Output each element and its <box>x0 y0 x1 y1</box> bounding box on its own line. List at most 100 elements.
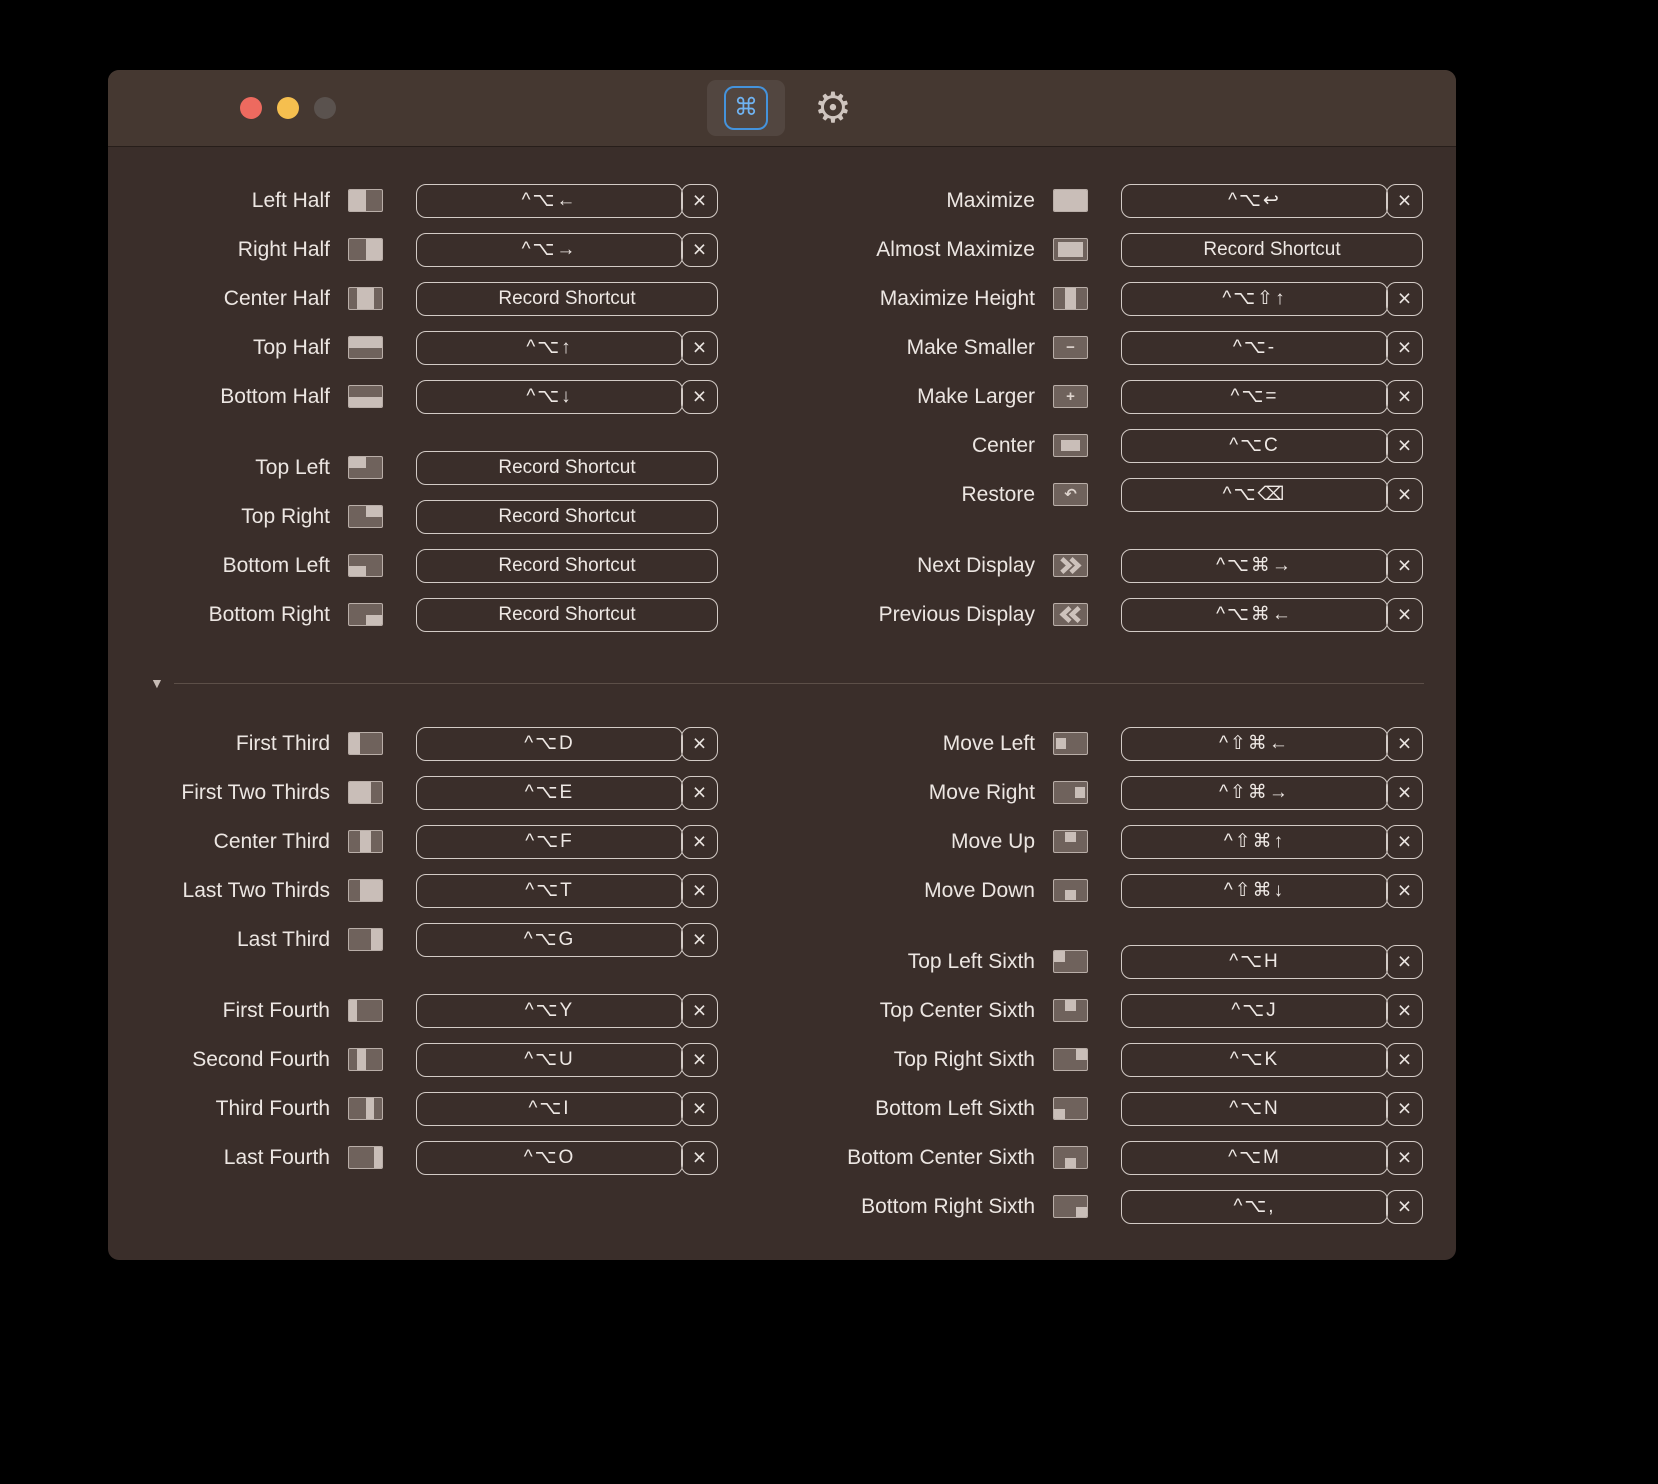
tab-shortcuts[interactable]: ⌘ <box>707 80 785 136</box>
clear-shortcut-button[interactable]: × <box>1386 726 1423 761</box>
bottom-center-sixth-icon <box>1053 1146 1088 1169</box>
clear-shortcut-button[interactable]: × <box>1386 281 1423 316</box>
clear-shortcut-button[interactable]: × <box>1386 1189 1423 1224</box>
shortcut-recorder-button[interactable]: ^⌥E <box>416 775 683 810</box>
clear-shortcut-button[interactable]: × <box>681 726 718 761</box>
shortcut-recorder-button[interactable]: ^⌥M <box>1121 1140 1388 1175</box>
shortcut-recorder-button[interactable]: ^⌥⇧↑ <box>1121 281 1388 316</box>
clear-shortcut-button[interactable]: × <box>681 824 718 859</box>
shortcut-recorder-button[interactable]: ^⌥N <box>1121 1091 1388 1126</box>
shortcut-control: Record Shortcut <box>416 281 718 316</box>
clear-shortcut-button[interactable]: × <box>681 232 718 267</box>
shortcut-recorder-button[interactable]: ^⌥F <box>416 824 683 859</box>
shortcut-recorder-button[interactable]: ^⌥Y <box>416 993 683 1028</box>
top-right-icon <box>348 505 383 528</box>
close-icon: × <box>692 779 707 805</box>
disclosure-triangle-icon[interactable]: ▼ <box>150 676 164 690</box>
shortcut-row: Last Third ^⌥G × <box>108 915 718 964</box>
clear-shortcut-button[interactable]: × <box>681 873 718 908</box>
right-half-icon <box>348 238 383 261</box>
clear-shortcut-button[interactable]: × <box>1386 1042 1423 1077</box>
shortcut-control: ^⌥J × <box>1121 993 1423 1028</box>
shortcut-control: ^⌥Y × <box>416 993 718 1028</box>
shortcut-recorder-button[interactable]: Record Shortcut <box>416 597 718 632</box>
clear-shortcut-button[interactable]: × <box>1386 548 1423 583</box>
action-label: Previous Display <box>878 602 1035 626</box>
clear-shortcut-button[interactable]: × <box>681 775 718 810</box>
shortcut-recorder-button[interactable]: ^⌥⌫ <box>1121 477 1388 512</box>
close-icon: × <box>692 383 707 409</box>
shortcut-recorder-button[interactable]: ^⌥C <box>1121 428 1388 463</box>
shortcut-recorder-button[interactable]: Record Shortcut <box>416 281 718 316</box>
shortcut-recorder-button[interactable]: ^⌥T <box>416 873 683 908</box>
shortcut-row: Bottom Left Sixth ^⌥N × <box>718 1084 1423 1133</box>
action-label: Last Two Thirds <box>182 878 330 902</box>
tab-settings[interactable]: ⚙ <box>809 84 857 132</box>
clear-shortcut-button[interactable]: × <box>681 1140 718 1175</box>
shortcut-recorder-button[interactable]: ^⌥J <box>1121 993 1388 1028</box>
shortcut-recorder-button[interactable]: ^⌥H <box>1121 944 1388 979</box>
shortcut-recorder-button[interactable]: Record Shortcut <box>416 548 718 583</box>
shortcut-recorder-button[interactable]: ^⌥K <box>1121 1042 1388 1077</box>
shortcut-row: Second Fourth ^⌥U × <box>108 1035 718 1084</box>
shortcut-recorder-button[interactable]: ^⌥U <box>416 1042 683 1077</box>
shortcut-recorder-button[interactable]: ^⌥I <box>416 1091 683 1126</box>
move-up-icon <box>1053 830 1088 853</box>
shortcut-recorder-button[interactable]: Record Shortcut <box>416 499 718 534</box>
clear-shortcut-button[interactable]: × <box>681 1042 718 1077</box>
clear-shortcut-button[interactable]: × <box>1386 944 1423 979</box>
clear-shortcut-button[interactable]: × <box>1386 824 1423 859</box>
shortcut-recorder-button[interactable]: ^⇧⌘↓ <box>1121 873 1388 908</box>
shortcut-recorder-button[interactable]: ^⌥↑ <box>416 330 683 365</box>
shortcut-recorder-button[interactable]: Record Shortcut <box>1121 232 1423 267</box>
clear-shortcut-button[interactable]: × <box>1386 775 1423 810</box>
shortcut-recorder-button[interactable]: ^⌥⌘→ <box>1121 548 1388 583</box>
shortcut-recorder-button[interactable]: ^⌥, <box>1121 1189 1388 1224</box>
clear-shortcut-button[interactable]: × <box>681 183 718 218</box>
close-icon: × <box>1397 334 1412 360</box>
action-label: Top Right Sixth <box>893 1047 1035 1071</box>
shortcut-recorder-button[interactable]: ^⌥D <box>416 726 683 761</box>
action-label: Top Left Sixth <box>907 949 1035 973</box>
shortcut-recorder-button[interactable]: ^⌥= <box>1121 379 1388 414</box>
shortcut-recorder-button[interactable]: ^⇧⌘→ <box>1121 775 1388 810</box>
shortcut-recorder-button[interactable]: ^⇧⌘↑ <box>1121 824 1388 859</box>
clear-shortcut-button[interactable]: × <box>1386 428 1423 463</box>
clear-shortcut-button[interactable]: × <box>681 379 718 414</box>
shortcut-recorder-button[interactable]: ^⌥G <box>416 922 683 957</box>
shortcut-row: Top Right Sixth ^⌥K × <box>718 1035 1423 1084</box>
shortcut-recorder-button[interactable]: ^⌥O <box>416 1140 683 1175</box>
clear-shortcut-button[interactable]: × <box>1386 379 1423 414</box>
shortcut-control: ^⌥- × <box>1121 330 1423 365</box>
clear-shortcut-button[interactable]: × <box>1386 993 1423 1028</box>
close-icon: × <box>692 334 707 360</box>
shortcut-recorder-button[interactable]: ^⌥- <box>1121 330 1388 365</box>
shortcut-recorder-button[interactable]: ^⌥← <box>416 183 683 218</box>
clear-shortcut-button[interactable]: × <box>681 330 718 365</box>
clear-shortcut-button[interactable]: × <box>1386 1140 1423 1175</box>
clear-shortcut-button[interactable]: × <box>1386 597 1423 632</box>
shortcut-recorder-button[interactable]: ^⌥⌘← <box>1121 597 1388 632</box>
clear-shortcut-button[interactable]: × <box>1386 1091 1423 1126</box>
clear-shortcut-button[interactable]: × <box>681 1091 718 1126</box>
shortcut-control: ^⌥↩ × <box>1121 183 1423 218</box>
bottom-right-sixth-icon <box>1053 1195 1088 1218</box>
shortcut-recorder-button[interactable]: ^⇧⌘← <box>1121 726 1388 761</box>
toolbar: ⌘ ⚙ <box>108 70 1456 146</box>
clear-shortcut-button[interactable]: × <box>681 993 718 1028</box>
shortcut-row: Last Fourth ^⌥O × <box>108 1133 718 1182</box>
clear-shortcut-button[interactable]: × <box>1386 477 1423 512</box>
shortcut-control: Record Shortcut <box>416 548 718 583</box>
make-smaller-icon: − <box>1053 336 1088 359</box>
shortcut-recorder-button[interactable]: Record Shortcut <box>416 450 718 485</box>
shortcut-recorder-button[interactable]: ^⌥→ <box>416 232 683 267</box>
clear-shortcut-button[interactable]: × <box>1386 873 1423 908</box>
clear-shortcut-button[interactable]: × <box>681 922 718 957</box>
titlebar: ⌘ ⚙ <box>108 70 1456 147</box>
clear-shortcut-button[interactable]: × <box>1386 183 1423 218</box>
third-fourth-icon <box>348 1097 383 1120</box>
shortcut-recorder-button[interactable]: ^⌥↓ <box>416 379 683 414</box>
clear-shortcut-button[interactable]: × <box>1386 330 1423 365</box>
action-label: Last Third <box>237 927 330 951</box>
shortcut-recorder-button[interactable]: ^⌥↩ <box>1121 183 1388 218</box>
